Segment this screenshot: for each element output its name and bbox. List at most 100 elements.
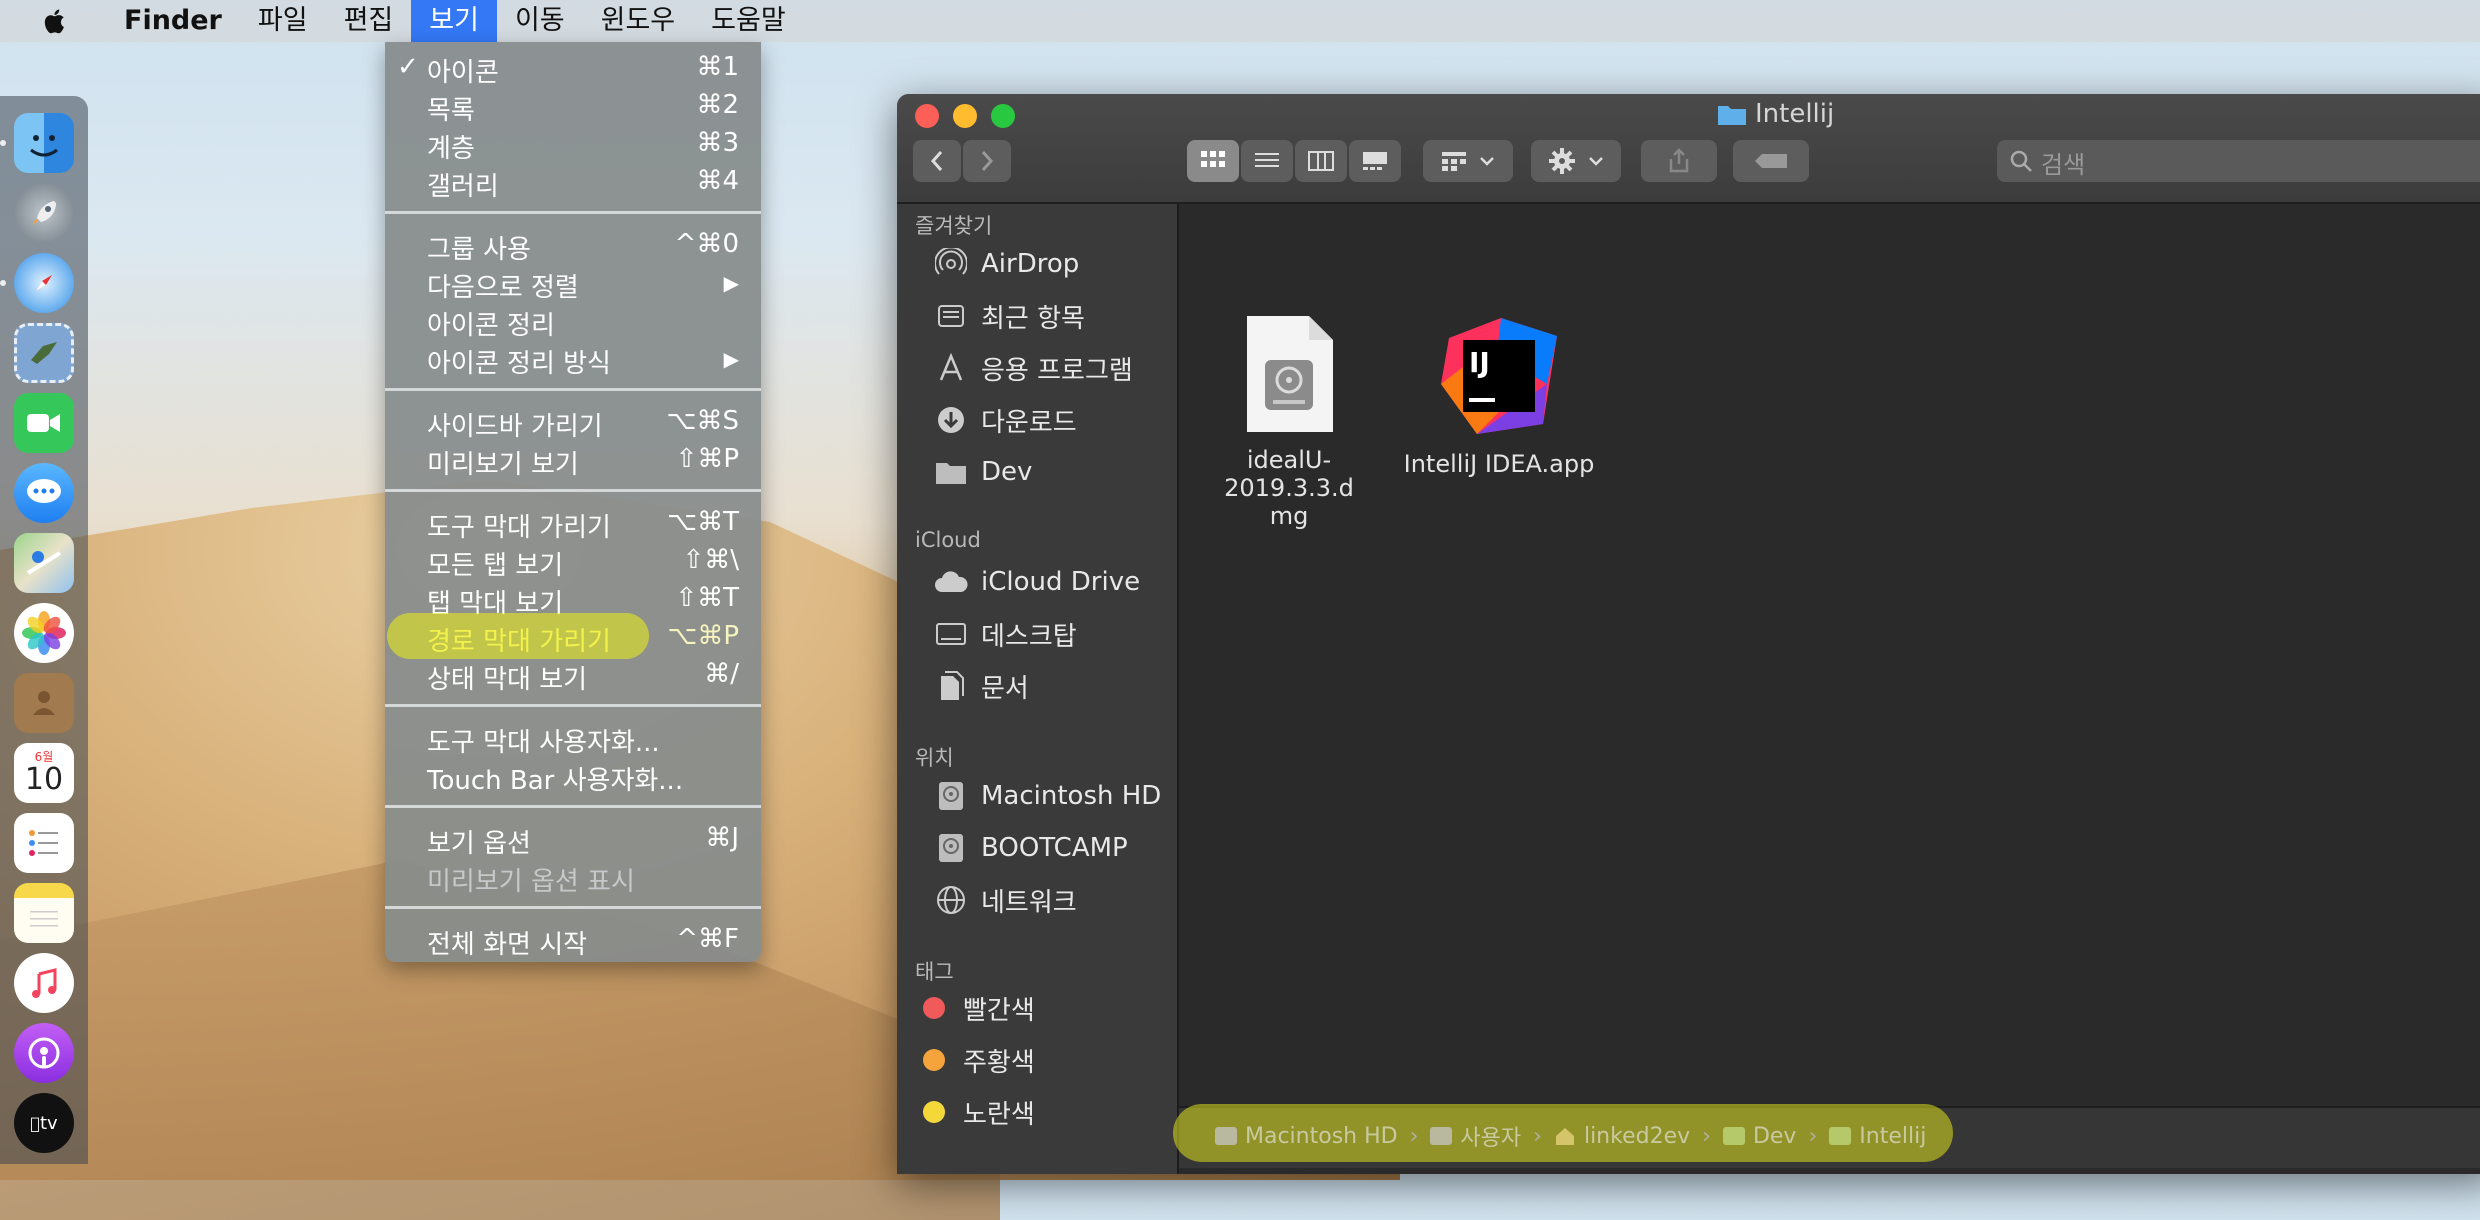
menu-item-show-preview[interactable]: 미리보기 보기 ⇧⌘P [385,440,761,480]
group-button[interactable] [1423,140,1513,182]
breadcrumb-home[interactable]: linked2ev › [1554,1124,1723,1149]
file-item-intellij-app[interactable]: IJ IntelliJ IDEA.app [1399,314,1599,478]
breadcrumb-macintosh-hd[interactable]: Macintosh HD › [1215,1124,1430,1149]
menu-item-shortcut: ⌘4 [696,166,739,196]
menu-item-sort-by[interactable]: 다음으로 정렬 ▶ [385,263,761,303]
podcasts-dock-icon[interactable] [14,1023,74,1083]
launchpad-dock-icon[interactable] [14,183,74,243]
menu-window[interactable]: 윈도우 [583,0,694,42]
sidebar-item-label: 빨간색 [963,995,1035,1026]
grid-icon [1201,151,1225,167]
menu-item-label: 경로 막대 가리기 [427,627,611,657]
share-icon [1669,148,1689,173]
menu-view[interactable]: 보기 [411,0,497,42]
view-gallery-button[interactable] [1349,140,1401,182]
action-button[interactable] [1531,140,1621,182]
sidebar-item-downloads[interactable]: 다운로드 [933,400,1077,440]
photos-dock-icon[interactable] [14,603,74,663]
window-toolbar: Intellij 검색 [897,94,2480,204]
menu-item-label: 보기 옵션 [427,829,531,859]
sidebar-item-network[interactable]: 네트워크 [933,880,1077,920]
sidebar-item-bootcamp[interactable]: BOOTCAMP [933,828,1128,868]
sidebar-item-label: 문서 [981,673,1029,704]
mail-stamp-dock-icon[interactable] [14,323,74,383]
music-dock-icon[interactable] [14,953,74,1013]
contacts-dock-icon[interactable] [14,673,74,733]
menu-finder[interactable]: Finder [106,0,240,42]
back-button[interactable] [913,140,961,182]
notes-dock-icon[interactable] [14,883,74,943]
menu-item-shortcut: ⌘/ [704,659,739,689]
menu-item-customize-touch-bar[interactable]: Touch Bar 사용자화... [385,756,761,796]
reminders-dock-icon[interactable] [14,813,74,873]
view-icon-button[interactable] [1187,140,1239,182]
forward-button[interactable] [963,140,1011,182]
sidebar-item-applications[interactable]: 응용 프로그램 [933,348,1133,388]
sidebar-item-tag-red[interactable]: 빨간색 [915,988,1035,1028]
menu-item-icons[interactable]: ✓ 아이콘 ⌘1 [385,48,761,88]
sidebar-header-tags: 태그 [915,960,954,984]
menu-item-shortcut: ⌘1 [696,52,739,82]
finder-dock-icon[interactable] [0,113,74,173]
tags-button[interactable] [1733,140,1809,182]
menu-item-show-tab-bar[interactable]: 탭 막대 보기 ⇧⌘T [385,579,761,619]
apple-icon[interactable] [38,4,72,38]
tag-color-dot [923,1101,945,1123]
chevron-left-icon [930,151,943,171]
menu-item-hide-toolbar[interactable]: 도구 막대 가리기 ⌥⌘T [385,503,761,543]
sidebar-item-documents[interactable]: 문서 [933,666,1029,706]
search-field[interactable]: 검색 [1997,140,2480,182]
safari-dock-icon[interactable] [0,253,74,313]
menu-item-hide-sidebar[interactable]: 사이드바 가리기 ⌥⌘S [385,402,761,442]
view-list-button[interactable] [1241,140,1293,182]
menu-edit[interactable]: 편집 [326,0,412,42]
sidebar-item-desktop[interactable]: 데스크탑 [933,614,1077,654]
menu-go[interactable]: 이동 [497,0,583,42]
menu-item-label: 상태 막대 보기 [427,665,588,695]
facetime-dock-icon[interactable] [14,393,74,453]
zoom-button[interactable] [991,104,1015,128]
menu-separator [385,805,761,808]
menu-item-clean-up[interactable]: 아이콘 정리 [385,301,761,341]
appletv-dock-icon[interactable]: tv [14,1093,74,1153]
menu-item-use-groups[interactable]: 그룹 사용 ^⌘0 [385,225,761,265]
menu-item-preview-options: 미리보기 옵션 표시 [385,857,761,897]
menu-item-show-all-tabs[interactable]: 모든 탭 보기 ⇧⌘\ [385,541,761,581]
tag-icon [1755,154,1787,168]
menu-item-clean-up-by[interactable]: 아이콘 정리 방식 ▶ [385,339,761,379]
sidebar-item-tag-orange[interactable]: 주황색 [915,1040,1035,1080]
menu-item-hide-path-bar[interactable]: 경로 막대 가리기 ⌥⌘P [385,613,761,659]
map-pin-icon [26,551,62,575]
breadcrumb-intellij[interactable]: Intellij [1829,1124,1926,1149]
menu-item-label: 아이콘 [427,58,499,88]
share-button[interactable] [1641,140,1717,182]
minimize-button[interactable] [953,104,977,128]
calendar-dock-icon[interactable]: 6월 10 [14,743,74,803]
breadcrumb-dev[interactable]: Dev › [1722,1124,1829,1149]
sidebar-item-macintosh-hd[interactable]: Macintosh HD [933,776,1161,816]
menu-item-customize-toolbar[interactable]: 도구 막대 사용자화... [385,718,761,758]
breadcrumb-users[interactable]: 사용자 › [1430,1120,1554,1152]
messages-dock-icon[interactable] [14,463,74,523]
menu-item-show-status-bar[interactable]: 상태 막대 보기 ⌘/ [385,655,761,695]
menu-item-view-options[interactable]: 보기 옵션 ⌘J [385,819,761,859]
sidebar-item-tag-yellow[interactable]: 노란색 [915,1092,1035,1132]
menu-item-columns[interactable]: 계층 ⌘3 [385,124,761,164]
menu-item-label: Touch Bar 사용자화... [427,766,684,796]
documents-icon [933,669,969,703]
menu-item-gallery[interactable]: 갤러리 ⌘4 [385,162,761,202]
chevron-right-icon: › [1533,1123,1542,1149]
sidebar-item-airdrop[interactable]: AirDrop [933,244,1079,284]
menu-file[interactable]: 파일 [240,0,326,42]
menu-help[interactable]: 도움말 [693,0,804,42]
file-item-dmg[interactable]: idealU-2019.3.3.d mg [1189,314,1389,530]
sidebar-item-icloud-drive[interactable]: iCloud Drive [933,562,1140,602]
menu-item-shortcut: ⇧⌘P [675,444,739,474]
menu-item-enter-full-screen[interactable]: 전체 화면 시작 ^⌘F [385,920,761,960]
sidebar-item-dev[interactable]: Dev [933,452,1032,492]
sidebar-item-recents[interactable]: 최근 항목 [933,296,1085,336]
view-columns-button[interactable] [1295,140,1347,182]
menu-item-list[interactable]: 목록 ⌘2 [385,86,761,126]
maps-dock-icon[interactable] [14,533,74,593]
close-button[interactable] [915,104,939,128]
